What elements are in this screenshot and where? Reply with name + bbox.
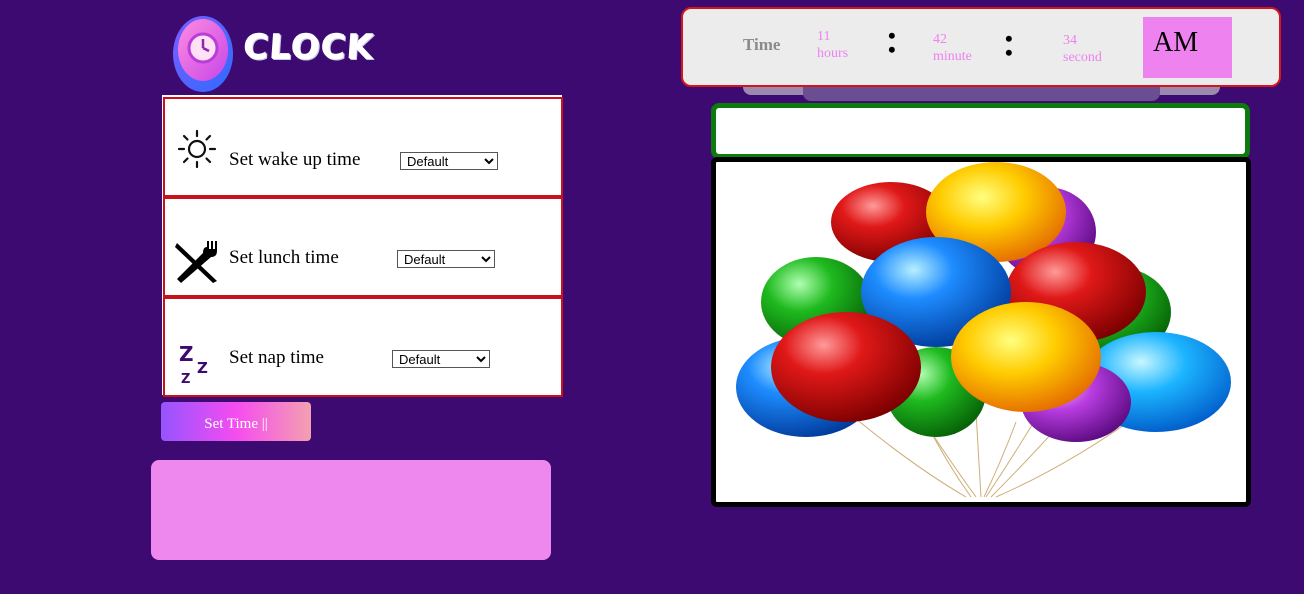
svg-text:Z: Z (179, 342, 194, 366)
greeting-text-box (711, 103, 1250, 159)
seconds-value: 34 (1063, 33, 1077, 48)
fork-knife-icon (175, 241, 217, 283)
colon-separator: • • (888, 23, 896, 62)
sun-icon (177, 129, 217, 169)
clock-logo: CLOCK (172, 14, 376, 94)
wake-up-row: Set wake up time Default (163, 97, 563, 197)
am-pm-indicator: AM (1143, 17, 1232, 78)
wake-up-time-select[interactable]: Default (400, 152, 498, 170)
nap-row: Z Z Z Set nap time Default (163, 297, 563, 397)
svg-text:Z: Z (181, 372, 190, 387)
nap-time-select[interactable]: Default (392, 350, 490, 368)
hours-value: 11 (817, 29, 831, 44)
lunch-label: Set lunch time (229, 247, 339, 268)
colon-separator: • • (1005, 26, 1013, 65)
svg-text:Z: Z (197, 359, 208, 377)
minutes-unit: minute (933, 49, 972, 64)
nap-label: Set nap time (229, 347, 324, 368)
time-display-shadow-inner (803, 87, 1160, 101)
minutes-value: 42 (933, 32, 947, 47)
hours-unit: hours (817, 46, 849, 61)
logo-text: CLOCK (242, 28, 377, 68)
time-label: Time (743, 35, 781, 54)
time-display: Time 11 hours • • 42 minute • • 34 second … (681, 7, 1281, 101)
balloons-image (736, 162, 1231, 498)
greeting-image-card (711, 157, 1251, 507)
message-box (151, 460, 551, 560)
lunch-row: Set lunch time Default (163, 197, 563, 297)
sleep-zzz-icon: Z Z Z (179, 342, 208, 387)
lunch-time-select[interactable]: Default (397, 250, 495, 268)
clock-logo-icon (173, 16, 233, 92)
alarm-settings-panel: Set wake up time Default Set lunch time … (162, 95, 563, 397)
wake-up-label: Set wake up time (229, 149, 361, 170)
seconds-unit: second (1063, 50, 1102, 65)
set-time-button[interactable]: Set Time || (161, 402, 311, 441)
